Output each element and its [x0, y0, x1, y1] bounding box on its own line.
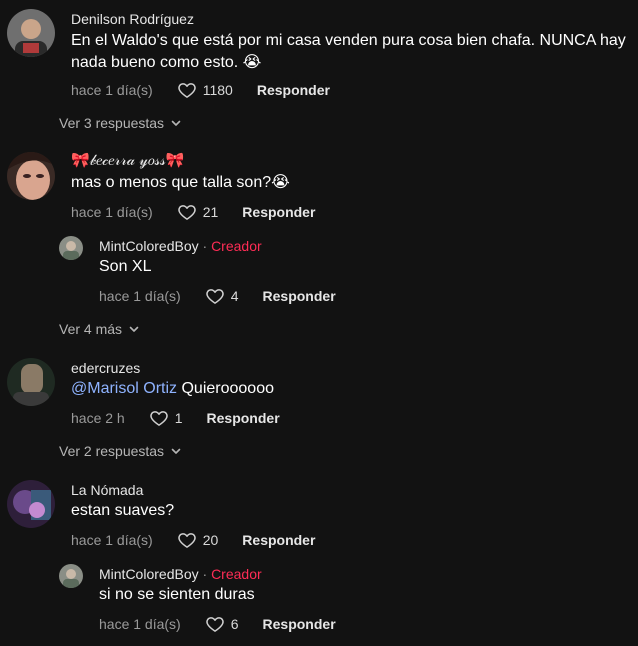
- comment-meta: hace 1 día(s) 21 Responder: [71, 202, 315, 222]
- like-button[interactable]: 6: [205, 614, 239, 634]
- heart-icon: [205, 614, 225, 634]
- comment-meta: hace 1 día(s) 1180 Responder: [71, 80, 330, 100]
- comment-text: @Marisol Ortiz Quieroooooo: [71, 378, 631, 400]
- avatar-image: [7, 358, 55, 406]
- avatar[interactable]: [7, 358, 55, 406]
- like-button[interactable]: 4: [205, 286, 239, 306]
- view-replies-label: Ver 3 respuestas: [59, 115, 165, 131]
- comment-time: hace 1 día(s): [71, 82, 153, 98]
- view-replies-label: Ver 2 respuestas: [59, 443, 165, 459]
- reply-text: Son XL: [99, 258, 152, 275]
- like-count: 20: [202, 532, 219, 548]
- reply-username[interactable]: MintColoredBoy · Creador: [99, 566, 262, 582]
- reply-button[interactable]: Responder: [242, 532, 315, 548]
- comment-meta: hace 2 h 1 Responder: [71, 408, 280, 428]
- reply-time: hace 1 día(s): [99, 616, 181, 632]
- reply-meta: hace 1 día(s) 4 Responder: [99, 286, 336, 306]
- heart-icon: [177, 202, 197, 222]
- heart-icon: [177, 530, 197, 550]
- comment-username[interactable]: Denilson Rodríguez: [71, 11, 194, 27]
- comment-text: estan suaves?: [71, 502, 175, 519]
- comment-time: hace 2 h: [71, 410, 125, 426]
- like-count: 21: [202, 204, 219, 220]
- like-button[interactable]: 20: [177, 530, 219, 550]
- avatar-image: [7, 152, 55, 200]
- comment-username[interactable]: 🎀𝒷𝑒𝒸𝑒𝓇𝓇𝒶 𝓎𝑜𝓈𝓈🎀: [71, 151, 184, 169]
- like-button[interactable]: 21: [177, 202, 219, 222]
- avatar[interactable]: [7, 9, 55, 57]
- reply-text: si no se sienten duras: [99, 586, 255, 603]
- reply-button[interactable]: Responder: [263, 288, 336, 304]
- reply-button[interactable]: Responder: [263, 616, 336, 632]
- avatar[interactable]: [7, 152, 55, 200]
- like-button[interactable]: 1: [149, 408, 183, 428]
- reply-time: hace 1 día(s): [99, 288, 181, 304]
- avatar-image: [59, 564, 83, 588]
- reply-button[interactable]: Responder: [257, 82, 330, 98]
- heart-icon: [205, 286, 225, 306]
- reply-button[interactable]: Responder: [242, 204, 315, 220]
- comment-meta: hace 1 día(s) 20 Responder: [71, 530, 315, 550]
- comment-time: hace 1 día(s): [71, 204, 153, 220]
- comment-text-body: Quieroooooo: [177, 380, 274, 397]
- separator: ·: [198, 238, 212, 254]
- heart-icon: [149, 408, 169, 428]
- like-count: 4: [230, 288, 239, 304]
- heart-icon: [177, 80, 197, 100]
- chevron-down-icon: [128, 323, 140, 335]
- creator-badge: Creador: [211, 238, 262, 254]
- reply-username-label: MintColoredBoy: [99, 238, 199, 254]
- avatar[interactable]: [59, 236, 83, 260]
- comment-username[interactable]: La Nómada: [71, 482, 143, 498]
- comment-text: mas o menos que talla son?😭: [71, 174, 290, 191]
- view-replies-button[interactable]: Ver 2 respuestas: [59, 443, 182, 459]
- comment-text: En el Waldo's que está por mi casa vende…: [71, 32, 626, 71]
- like-count: 1: [174, 410, 183, 426]
- separator: ·: [198, 566, 212, 582]
- reply-meta: hace 1 día(s) 6 Responder: [99, 614, 336, 634]
- like-button[interactable]: 1180: [177, 80, 233, 100]
- creator-badge: Creador: [211, 566, 262, 582]
- mention-link[interactable]: @Marisol Ortiz: [71, 380, 177, 397]
- avatar[interactable]: [59, 564, 83, 588]
- avatar-image: [59, 236, 83, 260]
- comment-time: hace 1 día(s): [71, 532, 153, 548]
- comment-username[interactable]: edercruzes: [71, 360, 140, 376]
- reply-username-label: MintColoredBoy: [99, 566, 199, 582]
- reply-button[interactable]: Responder: [207, 410, 280, 426]
- view-more-button[interactable]: Ver 4 más: [59, 321, 140, 337]
- view-more-label: Ver 4 más: [59, 321, 123, 337]
- avatar-image: [7, 480, 55, 528]
- avatar-image: [7, 9, 55, 57]
- avatar[interactable]: [7, 480, 55, 528]
- reply-username[interactable]: MintColoredBoy · Creador: [99, 238, 262, 254]
- chevron-down-icon: [170, 117, 182, 129]
- like-count: 1180: [202, 82, 233, 98]
- view-replies-button[interactable]: Ver 3 respuestas: [59, 115, 182, 131]
- like-count: 6: [230, 616, 239, 632]
- chevron-down-icon: [170, 445, 182, 457]
